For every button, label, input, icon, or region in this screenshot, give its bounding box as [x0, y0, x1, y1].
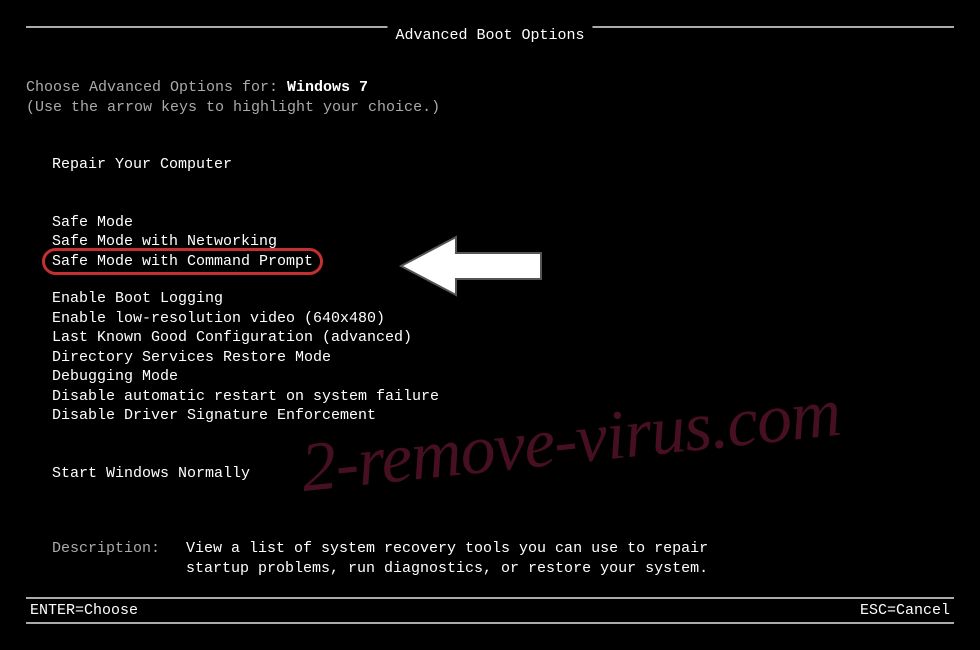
option-lkgc[interactable]: Last Known Good Configuration (advanced)	[26, 328, 954, 348]
option-safe-mode-cmd-label: Safe Mode with Command Prompt	[52, 253, 313, 270]
option-no-sig[interactable]: Disable Driver Signature Enforcement	[26, 406, 954, 426]
boot-screen-frame: Advanced Boot Options Choose Advanced Op…	[26, 26, 954, 624]
option-repair[interactable]: Repair Your Computer	[26, 155, 954, 175]
option-boot-logging[interactable]: Enable Boot Logging	[26, 289, 954, 309]
footer-bar: ENTER=Choose ESC=Cancel	[26, 597, 954, 625]
option-start-normally[interactable]: Start Windows Normally	[26, 464, 954, 484]
option-no-auto-restart[interactable]: Disable automatic restart on system fail…	[26, 387, 954, 407]
option-safe-mode-networking[interactable]: Safe Mode with Networking	[26, 232, 954, 252]
page-title: Advanced Boot Options	[387, 26, 592, 46]
footer-enter: ENTER=Choose	[30, 601, 138, 621]
title-bar: Advanced Boot Options	[26, 26, 954, 28]
os-name: Windows 7	[287, 79, 368, 96]
content-area: Choose Advanced Options for: Windows 7 (…	[26, 28, 954, 578]
choose-prefix: Choose Advanced Options for:	[26, 79, 287, 96]
option-low-res[interactable]: Enable low-resolution video (640x480)	[26, 309, 954, 329]
footer-esc: ESC=Cancel	[860, 601, 950, 621]
option-debug[interactable]: Debugging Mode	[26, 367, 954, 387]
description-label: Description:	[26, 539, 186, 578]
option-dsrm[interactable]: Directory Services Restore Mode	[26, 348, 954, 368]
option-safe-mode[interactable]: Safe Mode	[26, 213, 954, 233]
choose-line: Choose Advanced Options for: Windows 7	[26, 78, 954, 98]
description-row: Description: View a list of system recov…	[26, 539, 954, 578]
hint-line: (Use the arrow keys to highlight your ch…	[26, 98, 954, 118]
description-text: View a list of system recovery tools you…	[186, 539, 746, 578]
option-safe-mode-cmd[interactable]: Safe Mode with Command Prompt	[26, 252, 954, 272]
